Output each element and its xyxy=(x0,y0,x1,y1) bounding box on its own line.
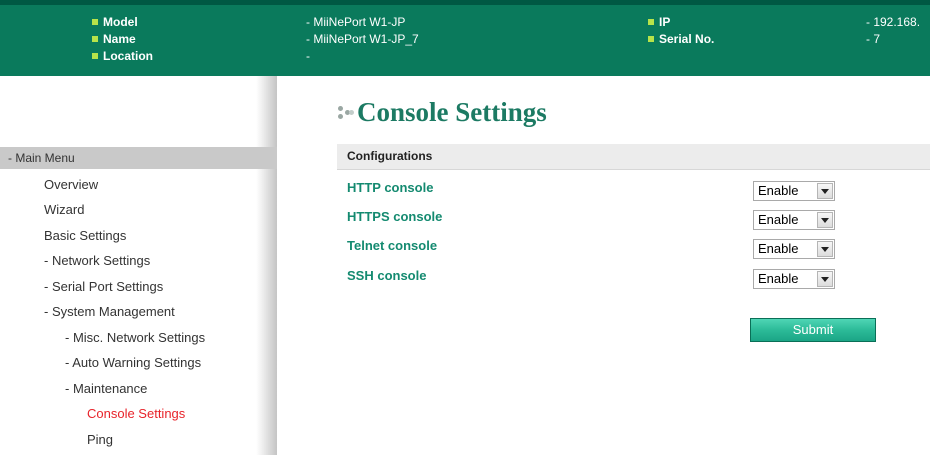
bullet-icon xyxy=(92,35,98,42)
location-label: Location xyxy=(92,48,153,65)
page-title-text: Console Settings xyxy=(357,97,547,127)
http-console-label: HTTP console xyxy=(347,180,434,195)
title-dots-icon xyxy=(337,104,354,122)
model-label: Model xyxy=(92,14,138,31)
device-info-header: Model Name Location - MiiNePort W1-JP - … xyxy=(0,0,930,76)
bullet-icon xyxy=(92,18,98,25)
sidebar-item-auto-warning-settings[interactable]: - Auto Warning Settings xyxy=(65,355,201,371)
ssh-console-label: SSH console xyxy=(347,268,427,283)
chevron-down-icon[interactable] xyxy=(817,271,833,287)
sidebar-item-console-settings[interactable]: Console Settings xyxy=(87,406,185,422)
sidebar-item-misc-network-settings[interactable]: - Misc. Network Settings xyxy=(65,330,205,346)
ip-value: - 192.168. xyxy=(866,15,921,29)
telnet-console-select[interactable]: Enable xyxy=(753,239,835,259)
sidebar-item-serial-port-settings[interactable]: - Serial Port Settings xyxy=(44,279,163,295)
bullet-icon xyxy=(648,35,654,42)
sidebar-item-wizard[interactable]: Wizard xyxy=(44,202,84,218)
sidebar-item-system-management[interactable]: - System Management xyxy=(44,304,175,320)
submit-button[interactable]: Submit xyxy=(750,318,876,342)
bullet-icon xyxy=(92,52,98,59)
telnet-console-label: Telnet console xyxy=(347,238,438,253)
sidebar-item-maintenance[interactable]: - Maintenance xyxy=(65,381,147,397)
ssh-console-select[interactable]: Enable xyxy=(753,269,835,289)
https-console-label: HTTPS console xyxy=(347,209,443,224)
page-title: Console Settings xyxy=(337,92,547,132)
model-value: - MiiNePort W1-JP xyxy=(306,15,406,29)
sidebar-item-network-settings[interactable]: - Network Settings xyxy=(44,253,150,269)
chevron-down-icon[interactable] xyxy=(817,241,833,257)
name-value: - MiiNePort W1-JP_7 xyxy=(306,32,419,46)
bullet-icon xyxy=(648,18,654,25)
name-label: Name xyxy=(92,31,136,48)
ip-label: IP xyxy=(648,14,670,31)
chevron-down-icon[interactable] xyxy=(817,183,833,199)
serial-label: Serial No. xyxy=(648,31,714,48)
sidebar-item-overview[interactable]: Overview xyxy=(44,177,98,193)
sidebar-item-basic-settings[interactable]: Basic Settings xyxy=(44,228,126,244)
configurations-section-header: Configurations xyxy=(337,144,930,170)
main-menu-header[interactable]: - Main Menu xyxy=(0,147,277,169)
serial-value: - 7 xyxy=(866,32,881,46)
sidebar-item-ping[interactable]: Ping xyxy=(87,432,113,448)
location-value: - xyxy=(306,49,310,63)
chevron-down-icon[interactable] xyxy=(817,212,833,228)
https-console-select[interactable]: Enable xyxy=(753,210,835,230)
http-console-select[interactable]: Enable xyxy=(753,181,835,201)
